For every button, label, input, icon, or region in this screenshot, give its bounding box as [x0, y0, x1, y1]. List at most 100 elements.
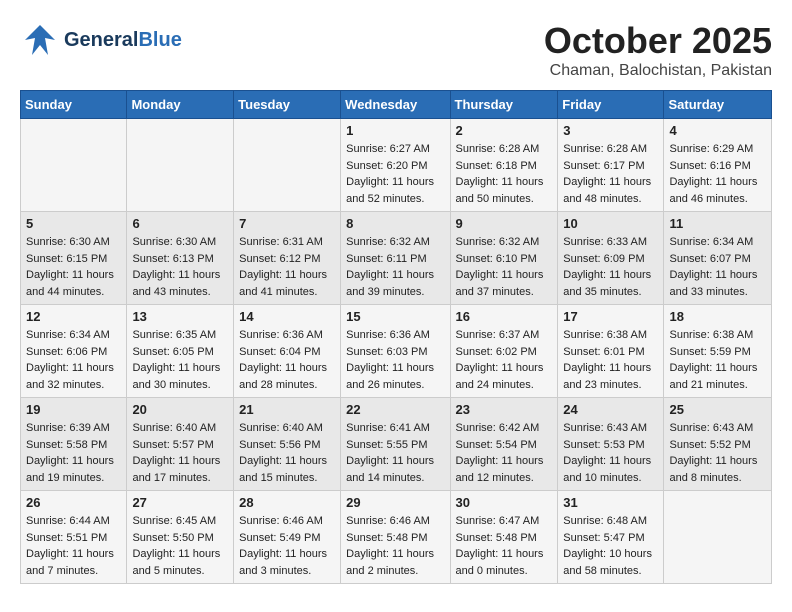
cell-info: Sunrise: 6:46 AM Sunset: 5:48 PM Dayligh…	[346, 513, 444, 579]
cell-info: Sunrise: 6:35 AM Sunset: 6:05 PM Dayligh…	[132, 327, 228, 393]
calendar-cell: 24 Sunrise: 6:43 AM Sunset: 5:53 PM Dayli…	[558, 398, 664, 491]
day-number: 7	[239, 216, 335, 231]
day-number: 19	[26, 402, 121, 417]
calendar-cell: 16 Sunrise: 6:37 AM Sunset: 6:02 PM Dayli…	[450, 305, 558, 398]
calendar-cell	[127, 119, 234, 212]
calendar-cell: 7 Sunrise: 6:31 AM Sunset: 6:12 PM Daylig…	[234, 212, 341, 305]
cell-info: Sunrise: 6:32 AM Sunset: 6:10 PM Dayligh…	[456, 234, 553, 300]
cell-info: Sunrise: 6:43 AM Sunset: 5:52 PM Dayligh…	[669, 420, 766, 486]
calendar-cell: 4Sunrise: 6:29 AM Sunset: 6:16 PM Daylig…	[664, 119, 772, 212]
day-number: 11	[669, 216, 766, 231]
day-number: 2	[456, 123, 553, 138]
calendar-week-3: 19 Sunrise: 6:39 AM Sunset: 5:58 PM Dayli…	[21, 398, 772, 491]
day-number: 5	[26, 216, 121, 231]
day-number: 29	[346, 495, 444, 510]
day-number: 20	[132, 402, 228, 417]
calendar-cell: 10 Sunrise: 6:33 AM Sunset: 6:09 PM Dayli…	[558, 212, 664, 305]
day-number: 12	[26, 309, 121, 324]
day-number: 26	[26, 495, 121, 510]
calendar-cell: 6Sunrise: 6:30 AM Sunset: 6:13 PM Daylig…	[127, 212, 234, 305]
calendar-cell	[21, 119, 127, 212]
header-tuesday: Tuesday	[234, 91, 341, 119]
day-number: 13	[132, 309, 228, 324]
calendar-cell	[234, 119, 341, 212]
day-number: 22	[346, 402, 444, 417]
day-number: 21	[239, 402, 335, 417]
day-number: 1	[346, 123, 444, 138]
calendar-cell: 1 Sunrise: 6:27 AM Sunset: 6:20 PM Daylig…	[341, 119, 450, 212]
header-monday: Monday	[127, 91, 234, 119]
day-number: 23	[456, 402, 553, 417]
calendar-cell: 21 Sunrise: 6:40 AM Sunset: 5:56 PM Dayli…	[234, 398, 341, 491]
location-title: Chaman, Balochistan, Pakistan	[544, 62, 772, 80]
cell-info: Sunrise: 6:40 AM Sunset: 5:57 PM Dayligh…	[132, 420, 228, 486]
calendar-cell: 14 Sunrise: 6:36 AM Sunset: 6:04 PM Dayli…	[234, 305, 341, 398]
calendar-cell: 9 Sunrise: 6:32 AM Sunset: 6:10 PM Daylig…	[450, 212, 558, 305]
calendar-cell: 31 Sunrise: 6:48 AM Sunset: 5:47 PM Dayli…	[558, 491, 664, 584]
day-number: 6	[132, 216, 228, 231]
header-friday: Friday	[558, 91, 664, 119]
day-number: 24	[563, 402, 658, 417]
header-saturday: Saturday	[664, 91, 772, 119]
calendar-cell: 23 Sunrise: 6:42 AM Sunset: 5:54 PM Dayli…	[450, 398, 558, 491]
logo-text: GeneralBlue	[64, 29, 182, 51]
cell-info: Sunrise: 6:36 AM Sunset: 6:03 PM Dayligh…	[346, 327, 444, 393]
cell-info: Sunrise: 6:34 AM Sunset: 6:07 PM Dayligh…	[669, 234, 766, 300]
cell-info: Sunrise: 6:45 AM Sunset: 5:50 PM Dayligh…	[132, 513, 228, 579]
cell-info: Sunrise: 6:43 AM Sunset: 5:53 PM Dayligh…	[563, 420, 658, 486]
cell-info: Sunrise: 6:42 AM Sunset: 5:54 PM Dayligh…	[456, 420, 553, 486]
calendar-cell: 13 Sunrise: 6:35 AM Sunset: 6:05 PM Dayli…	[127, 305, 234, 398]
calendar-cell: 28Sunrise: 6:46 AM Sunset: 5:49 PM Dayli…	[234, 491, 341, 584]
cell-info: Sunrise: 6:37 AM Sunset: 6:02 PM Dayligh…	[456, 327, 553, 393]
calendar-week-2: 12 Sunrise: 6:34 AM Sunset: 6:06 PM Dayli…	[21, 305, 772, 398]
day-number: 3	[563, 123, 658, 138]
day-number: 25	[669, 402, 766, 417]
logo-icon	[20, 20, 60, 60]
cell-info: Sunrise: 6:48 AM Sunset: 5:47 PM Dayligh…	[563, 513, 658, 579]
day-number: 17	[563, 309, 658, 324]
calendar-cell: 29 Sunrise: 6:46 AM Sunset: 5:48 PM Dayli…	[341, 491, 450, 584]
day-number: 27	[132, 495, 228, 510]
cell-info: Sunrise: 6:36 AM Sunset: 6:04 PM Dayligh…	[239, 327, 335, 393]
calendar-table: Sunday Monday Tuesday Wednesday Thursday…	[20, 90, 772, 584]
header-wednesday: Wednesday	[341, 91, 450, 119]
calendar-cell: 11 Sunrise: 6:34 AM Sunset: 6:07 PM Dayli…	[664, 212, 772, 305]
cell-info: Sunrise: 6:28 AM Sunset: 6:17 PM Dayligh…	[563, 141, 658, 207]
day-number: 30	[456, 495, 553, 510]
calendar-cell: 18 Sunrise: 6:38 AM Sunset: 5:59 PM Dayli…	[664, 305, 772, 398]
cell-info: Sunrise: 6:40 AM Sunset: 5:56 PM Dayligh…	[239, 420, 335, 486]
calendar-cell: 3 Sunrise: 6:28 AM Sunset: 6:17 PM Daylig…	[558, 119, 664, 212]
day-number: 14	[239, 309, 335, 324]
cell-info: Sunrise: 6:30 AM Sunset: 6:15 PM Dayligh…	[26, 234, 121, 300]
day-number: 16	[456, 309, 553, 324]
cell-info: Sunrise: 6:31 AM Sunset: 6:12 PM Dayligh…	[239, 234, 335, 300]
day-number: 9	[456, 216, 553, 231]
calendar-cell: 19 Sunrise: 6:39 AM Sunset: 5:58 PM Dayli…	[21, 398, 127, 491]
day-number: 18	[669, 309, 766, 324]
cell-info: Sunrise: 6:33 AM Sunset: 6:09 PM Dayligh…	[563, 234, 658, 300]
calendar-cell	[664, 491, 772, 584]
calendar-cell: 12 Sunrise: 6:34 AM Sunset: 6:06 PM Dayli…	[21, 305, 127, 398]
cell-info: Sunrise: 6:46 AM Sunset: 5:49 PM Dayligh…	[239, 513, 335, 579]
day-number: 4	[669, 123, 766, 138]
cell-info: Sunrise: 6:27 AM Sunset: 6:20 PM Dayligh…	[346, 141, 444, 207]
page-header: GeneralBlue October 2025 Chaman, Balochi…	[20, 20, 772, 80]
calendar-cell: 17Sunrise: 6:38 AM Sunset: 6:01 PM Dayli…	[558, 305, 664, 398]
header-thursday: Thursday	[450, 91, 558, 119]
calendar-week-0: 1 Sunrise: 6:27 AM Sunset: 6:20 PM Daylig…	[21, 119, 772, 212]
calendar-cell: 27 Sunrise: 6:45 AM Sunset: 5:50 PM Dayli…	[127, 491, 234, 584]
cell-info: Sunrise: 6:41 AM Sunset: 5:55 PM Dayligh…	[346, 420, 444, 486]
cell-info: Sunrise: 6:39 AM Sunset: 5:58 PM Dayligh…	[26, 420, 121, 486]
logo: GeneralBlue	[20, 20, 182, 60]
calendar-week-4: 26Sunrise: 6:44 AM Sunset: 5:51 PM Dayli…	[21, 491, 772, 584]
calendar-cell: 8Sunrise: 6:32 AM Sunset: 6:11 PM Daylig…	[341, 212, 450, 305]
cell-info: Sunrise: 6:34 AM Sunset: 6:06 PM Dayligh…	[26, 327, 121, 393]
day-number: 8	[346, 216, 444, 231]
cell-info: Sunrise: 6:28 AM Sunset: 6:18 PM Dayligh…	[456, 141, 553, 207]
day-number: 31	[563, 495, 658, 510]
day-number: 10	[563, 216, 658, 231]
calendar-cell: 2 Sunrise: 6:28 AM Sunset: 6:18 PM Daylig…	[450, 119, 558, 212]
cell-info: Sunrise: 6:38 AM Sunset: 5:59 PM Dayligh…	[669, 327, 766, 393]
calendar-cell: 25 Sunrise: 6:43 AM Sunset: 5:52 PM Dayli…	[664, 398, 772, 491]
calendar-cell: 30Sunrise: 6:47 AM Sunset: 5:48 PM Dayli…	[450, 491, 558, 584]
